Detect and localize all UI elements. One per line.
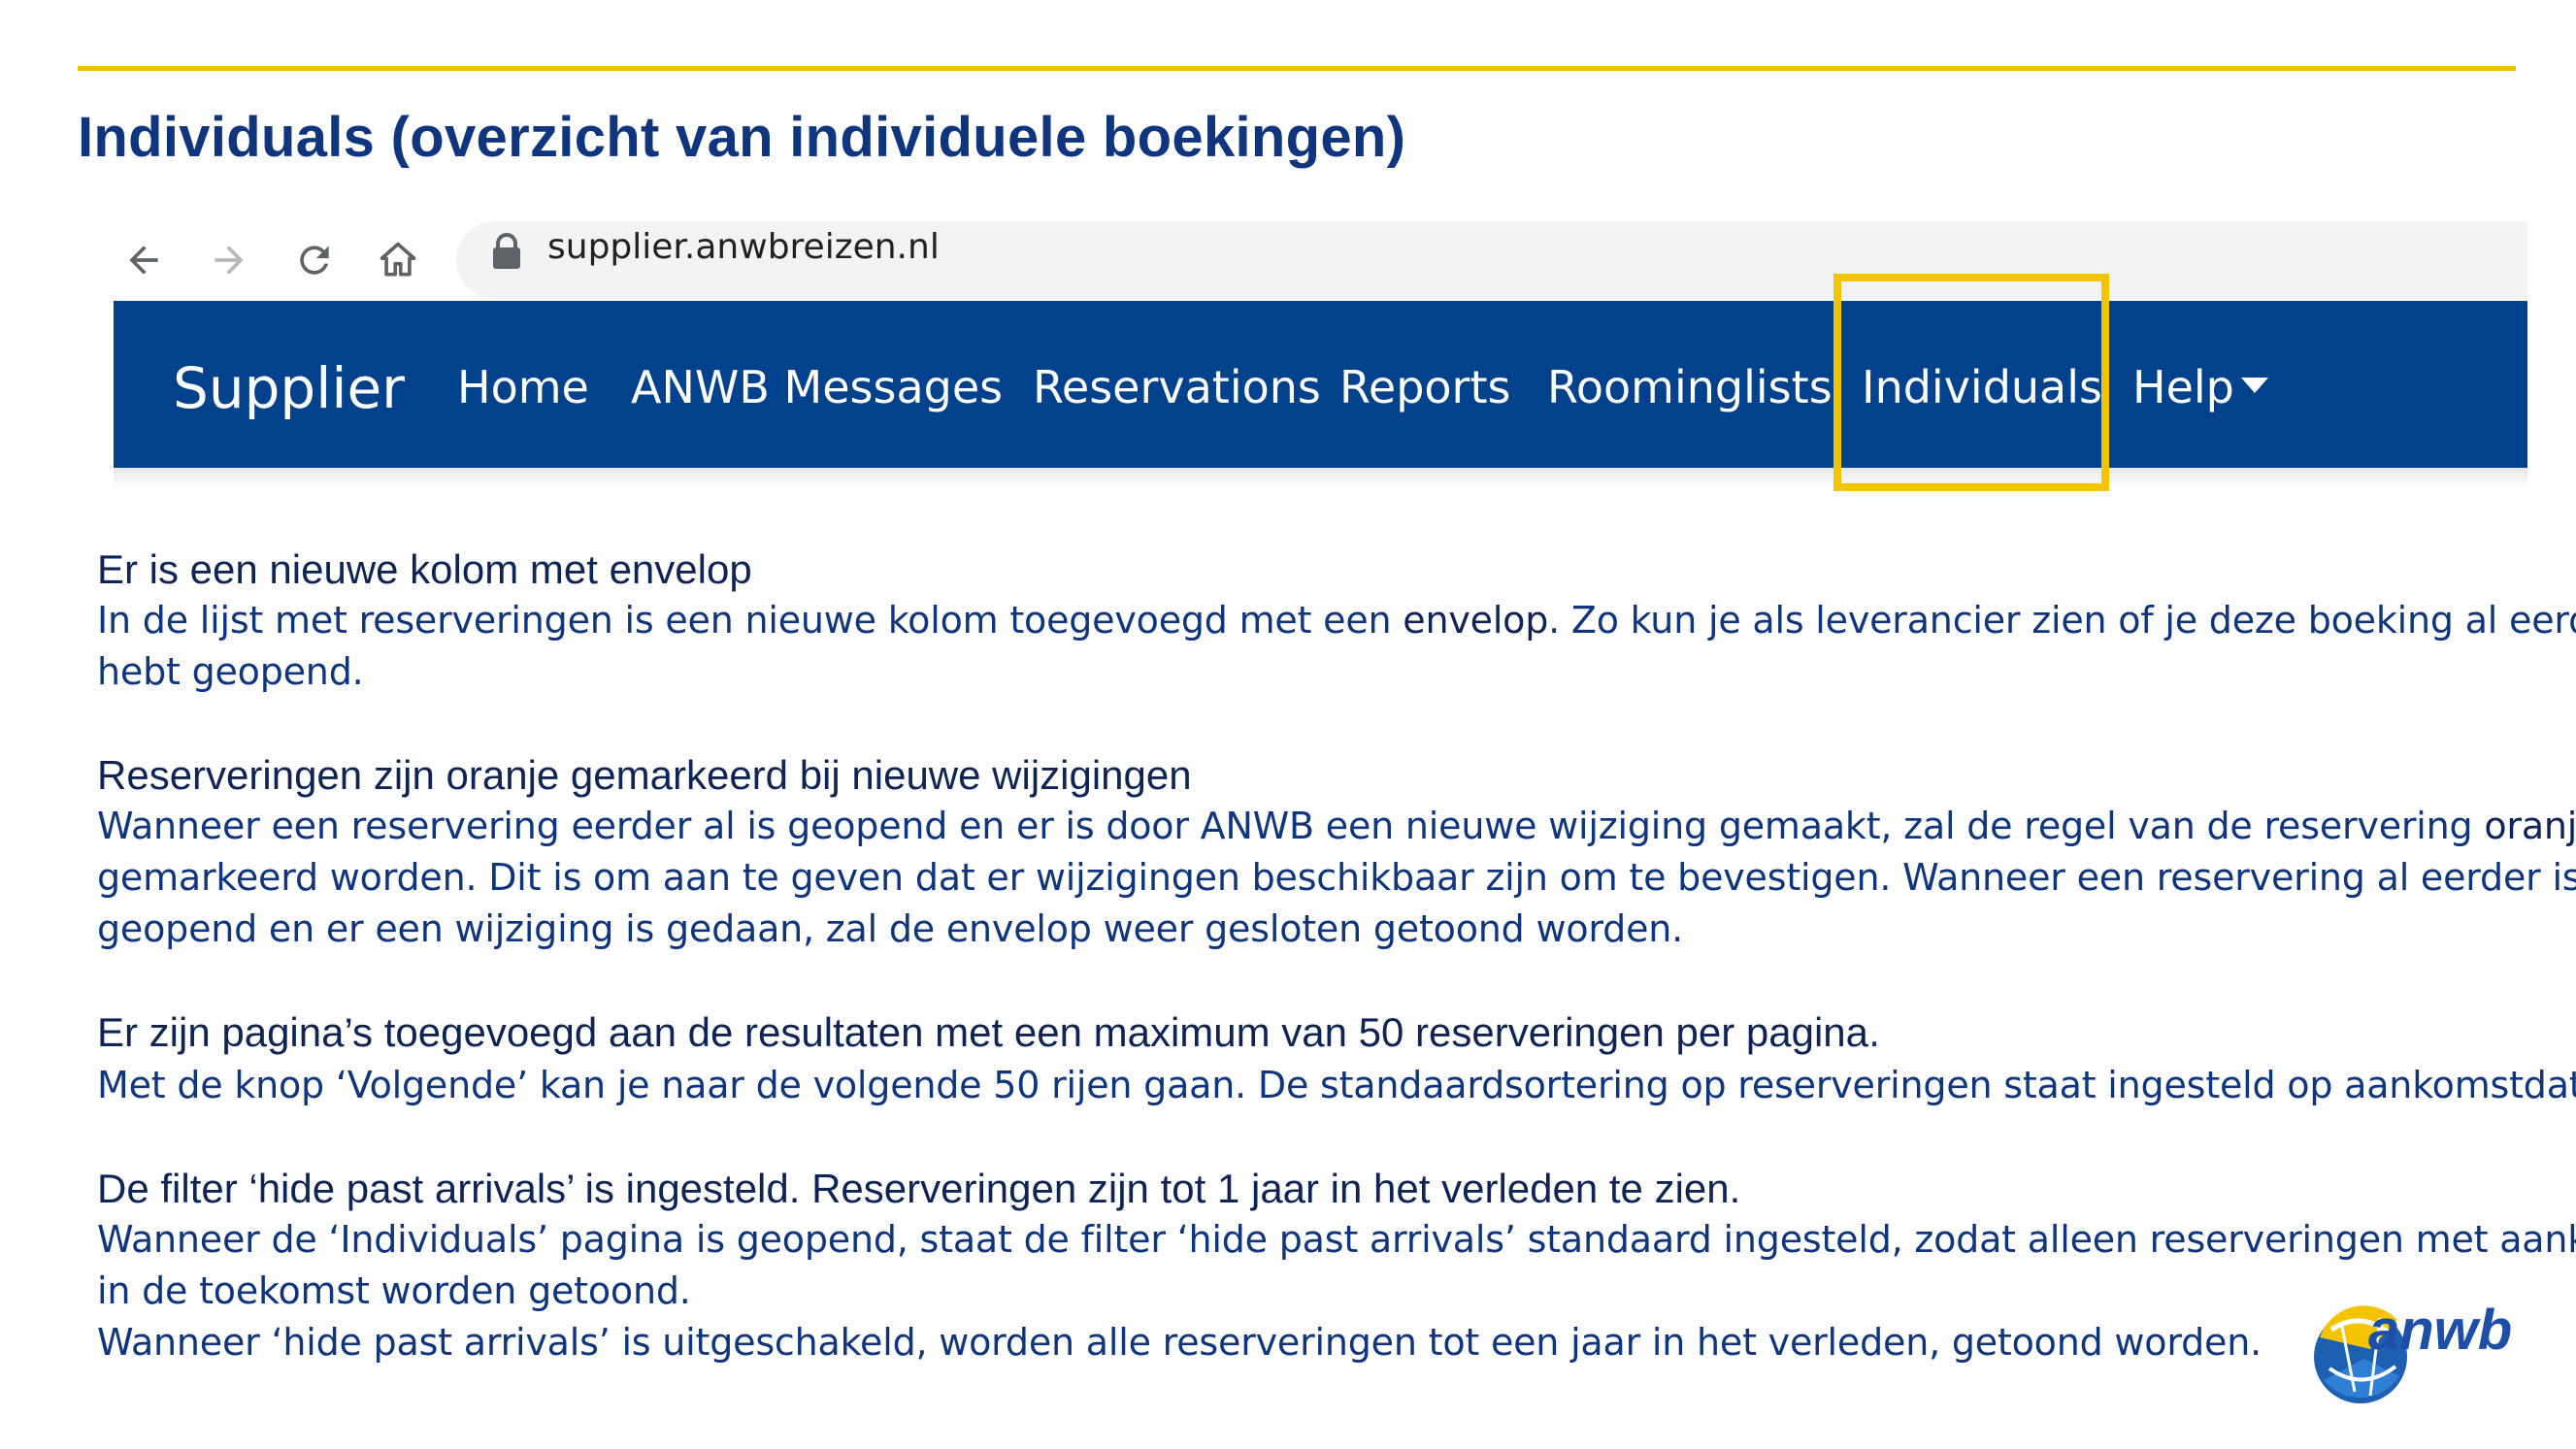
section-line: gemarkeerd worden. Dit is om aan te geve… — [97, 856, 2576, 899]
navbar-shadow — [114, 468, 2527, 489]
slide-title: Individuals (overzicht van individuele b… — [78, 106, 1406, 169]
section-line: Wanneer ‘hide past arrivals’ is uitgesch… — [97, 1321, 2262, 1364]
reload-icon[interactable] — [283, 229, 346, 291]
emphasis-text: envelop — [1403, 599, 1549, 642]
emphasis-text: oranje — [2484, 805, 2576, 847]
content: Er is een nieuwe kolom met envelop In de… — [97, 543, 2576, 1420]
anwb-logo: anwb — [2314, 1299, 2512, 1403]
section-orange-marking: Reserveringen zijn oranje gemarkeerd bij… — [97, 749, 2576, 955]
section-line: Met de knop ‘Volgende’ kan je naar de vo… — [97, 1064, 2576, 1106]
brand-supplier[interactable]: Supplier — [173, 355, 405, 421]
nav-item-home[interactable]: Home — [457, 361, 589, 413]
heading-text: Er zijn pagina’s toegevoegd aan de resul… — [97, 1009, 1869, 1055]
section-heading: Er zijn pagina’s toegevoegd aan de resul… — [97, 1006, 2543, 1060]
section-line: Wanneer een reservering eerder al is geo… — [97, 801, 2576, 852]
section-line: hebt geopend. — [97, 650, 364, 693]
top-divider — [78, 66, 2516, 71]
section-pagination: Er zijn pagina’s toegevoegd aan de resul… — [97, 1006, 2576, 1111]
line-text: . Zo kun je als leverancier zien of je d… — [1548, 599, 2576, 642]
line-text: Wanneer een reservering eerder al is geo… — [97, 805, 2485, 847]
home-icon[interactable] — [367, 229, 429, 291]
nav-item-reports[interactable]: Reports — [1339, 361, 1510, 413]
section-past-arrivals: De filter ‘hide past arrivals’ is ingest… — [97, 1163, 2576, 1368]
back-arrow-icon[interactable] — [113, 229, 175, 291]
svg-text:anwb: anwb — [2368, 1299, 2512, 1362]
lock-icon — [493, 233, 520, 269]
section-line: in de toekomst worden getoond. — [97, 1269, 691, 1312]
nav-item-reservations[interactable]: Reservations — [1033, 361, 1321, 413]
url-text[interactable]: supplier.anwbreizen.nl — [547, 227, 940, 267]
section-heading: De filter ‘hide past arrivals’ is ingest… — [97, 1166, 1741, 1211]
heading-suffix: . — [1868, 1012, 1880, 1055]
browser-toolbar — [107, 212, 2527, 309]
individuals-highlight-box — [1833, 274, 2109, 491]
nav-item-roominglists[interactable]: Roominglists — [1547, 361, 1833, 413]
nav-item-help[interactable]: Help — [2132, 361, 2234, 413]
section-envelope: Er is een nieuwe kolom met envelop In de… — [97, 543, 2576, 698]
forward-arrow-icon[interactable] — [198, 229, 260, 291]
section-line: geopend en er een wijziging is gedaan, z… — [97, 907, 1684, 950]
nav-item-anwb-messages[interactable]: ANWB Messages — [631, 361, 1003, 413]
section-heading: Reserveringen zijn oranje gemarkeerd bij… — [97, 752, 1192, 798]
section-line: Wanneer de ‘Individuals’ pagina is geope… — [97, 1218, 2576, 1261]
section-line: In de lijst met reserveringen is een nie… — [97, 595, 2576, 646]
line-text: In de lijst met reserveringen is een nie… — [97, 599, 1404, 642]
section-heading: Er is een nieuwe kolom met envelop — [97, 546, 752, 592]
chevron-down-icon[interactable] — [2241, 378, 2268, 393]
